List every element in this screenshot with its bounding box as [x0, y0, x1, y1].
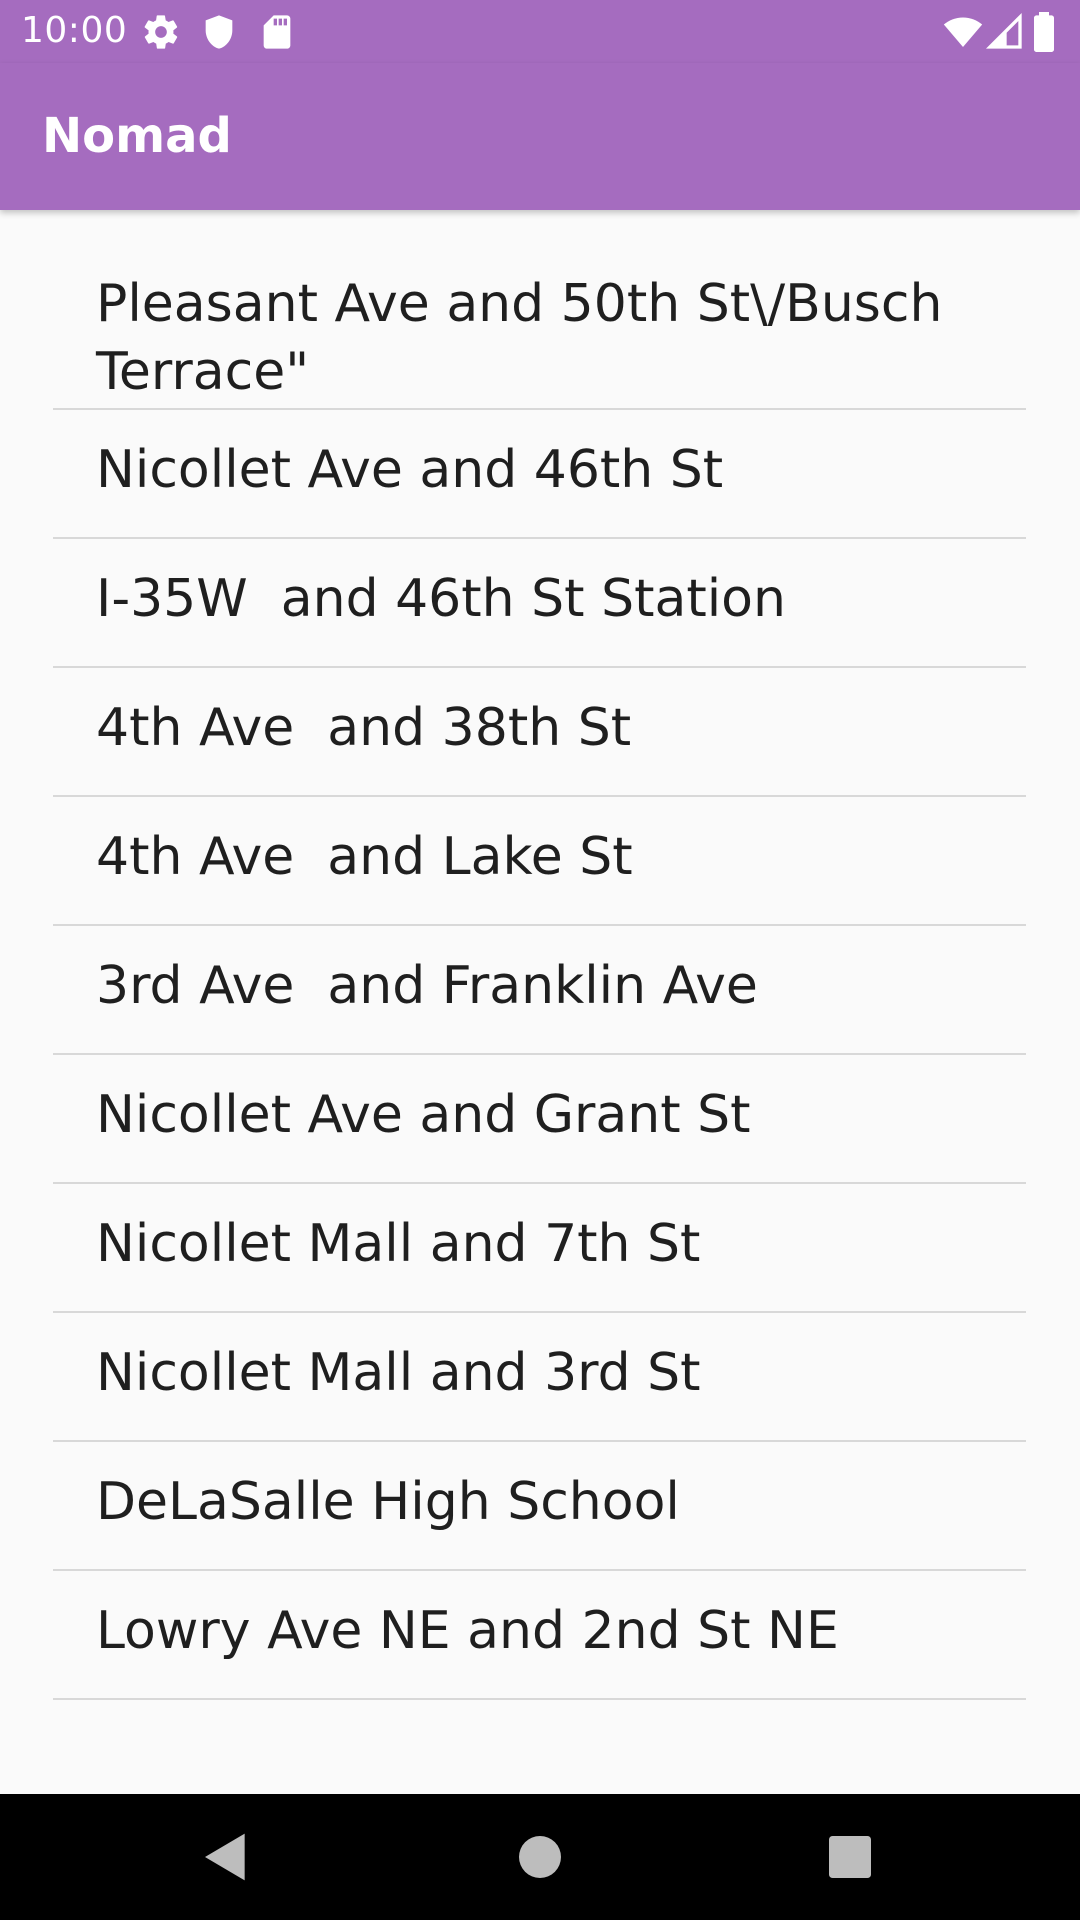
list-item-label: DeLaSalle High School [96, 1472, 680, 1532]
list-item[interactable]: Nicollet Mall and 7th St [53, 1184, 1026, 1313]
list-item[interactable]: 4th Ave and 38th St [53, 668, 1026, 797]
shield-icon [199, 12, 239, 52]
gear-icon [141, 12, 181, 52]
list-item[interactable]: Nicollet Mall and 3rd St [53, 1313, 1026, 1442]
list-item-label: Nicollet Ave and Grant St [96, 1085, 751, 1145]
list-item[interactable]: Nicollet Ave and 46th St [53, 410, 1026, 539]
cell-signal-icon [985, 12, 1025, 52]
list-item[interactable]: I-35W and 46th St Station [53, 539, 1026, 668]
list-item-label: Nicollet Mall and 7th St [96, 1214, 701, 1274]
list-item-label: Lowry Ave NE and 2nd St NE [96, 1601, 839, 1661]
list-item[interactable]: DeLaSalle High School [53, 1442, 1026, 1571]
list-item[interactable]: 3rd Ave and Franklin Ave [53, 926, 1026, 1055]
list-item[interactable]: Pleasant Ave and 50th St\/Busch Terrace" [53, 210, 1026, 410]
back-icon[interactable] [198, 1829, 254, 1885]
navigation-bar [0, 1794, 1080, 1920]
list-item[interactable]: Nicollet Ave and Grant St [53, 1055, 1026, 1184]
sd-card-icon [257, 12, 297, 52]
app-title: Nomad [42, 108, 232, 164]
list-item[interactable]: Lowry Ave NE and 2nd St NE [53, 1571, 1026, 1700]
stop-list: Pleasant Ave and 50th St\/Busch Terrace"… [53, 210, 1026, 1700]
list-item[interactable]: 4th Ave and Lake St [53, 797, 1026, 926]
list-item-label: Pleasant Ave and 50th St\/Busch Terrace" [96, 274, 959, 402]
list-item-label: 4th Ave and 38th St [96, 698, 632, 758]
status-bar: 10:00 [0, 0, 1080, 63]
list-item-label: 4th Ave and Lake St [96, 827, 633, 887]
list-item-label: 3rd Ave and Franklin Ave [96, 956, 758, 1016]
list-item-label: Nicollet Mall and 3rd St [96, 1343, 701, 1403]
app-bar: Nomad [0, 63, 1080, 210]
status-time: 10:00 [21, 10, 128, 51]
list-item-label: Nicollet Ave and 46th St [96, 440, 724, 500]
wifi-icon [943, 12, 983, 52]
battery-icon [1027, 12, 1061, 52]
list-item-label: I-35W and 46th St Station [96, 569, 786, 629]
recents-icon[interactable] [822, 1829, 878, 1885]
home-icon[interactable] [512, 1829, 568, 1885]
